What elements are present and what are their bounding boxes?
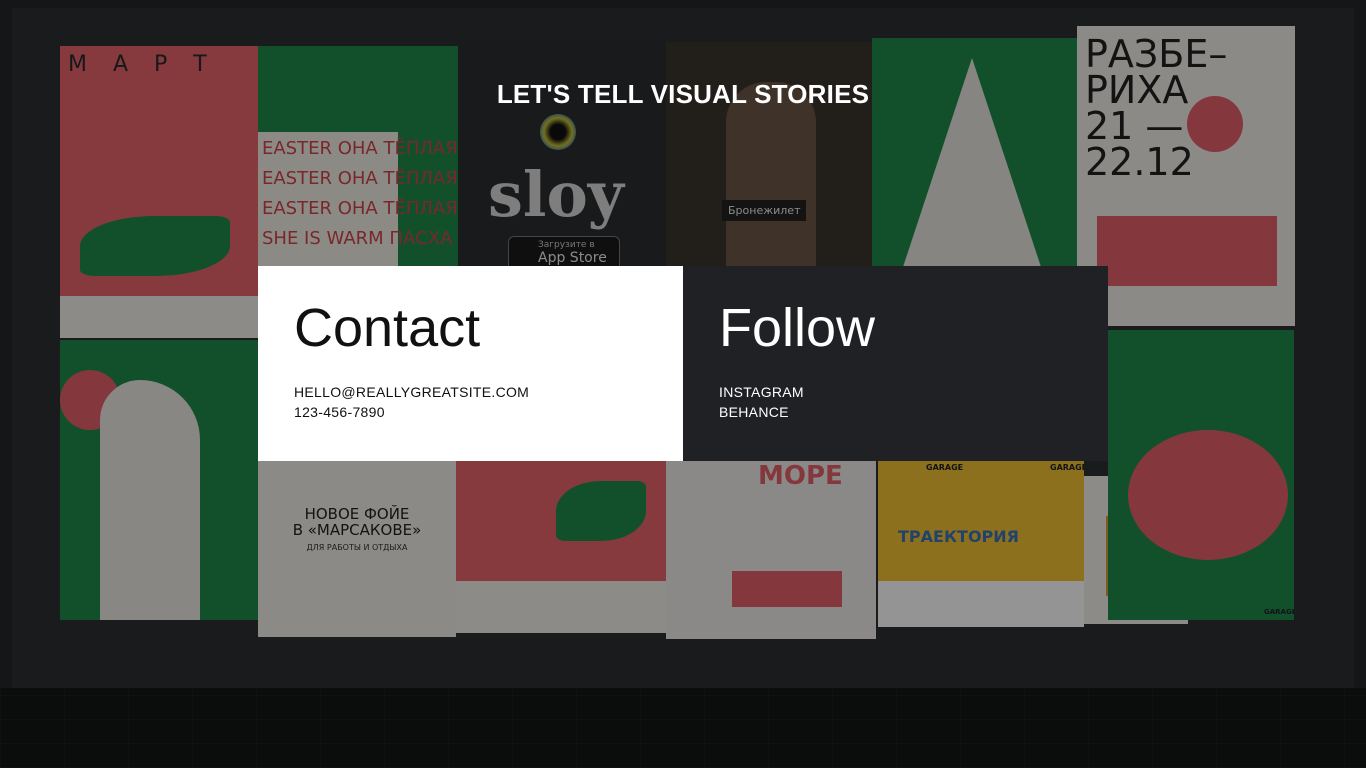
poster-bronezhilet-label: Бронежилет	[722, 200, 807, 221]
poster-bronezhilet: Бронежилет	[666, 42, 872, 270]
poster-garage-2: GARAGE	[1050, 463, 1084, 472]
follow-links: INSTAGRAM BEHANCE	[719, 382, 804, 422]
poster-more: МОРЕ	[666, 461, 876, 639]
poster-easter-line-3: EASTER ОНА ТЁПЛАЯ	[262, 198, 458, 219]
contact-details: HELLO@REALLYGREATSITE.COM 123-456-7890	[294, 382, 529, 422]
poster-easter-line-4: SHE IS WARM ПАСХА	[262, 228, 453, 249]
poster-mapt-text: МАРТ	[68, 52, 233, 77]
poster-garage-4: GARAGE	[1264, 608, 1294, 616]
follow-title: Follow	[719, 298, 876, 358]
email-link[interactable]: HELLO@REALLYGREATSITE.COM	[294, 382, 529, 402]
poster-razberikha: РАЗБЕ– РИХА 21 — 22.12	[1077, 26, 1295, 326]
poster-traektoria: ТРАЕКТОРИЯ GARAGE GARAGE	[878, 461, 1084, 627]
poster-appstore: App Store	[538, 250, 607, 266]
behance-link[interactable]: BEHANCE	[719, 402, 804, 422]
poster-sloy-logo: sloy	[488, 158, 624, 231]
poster-red-flower	[456, 461, 666, 633]
poster-red-bomb: GARAGE	[1108, 330, 1294, 620]
headline: LET'S TELL VISUAL STORIES	[496, 79, 870, 109]
follow-panel: Follow INSTAGRAM BEHANCE	[683, 266, 1108, 461]
poster-green-figure	[60, 340, 258, 620]
poster-novoe-foie-line-2: В «МАРСАКОВЕ»	[292, 521, 422, 539]
poster-novoe-foie: НОВОЕ ФОЙЕ В «МАРСАКОВЕ» ДЛЯ РАБОТЫ И ОТ…	[258, 461, 456, 637]
poster-appstore-top: Загрузите в	[538, 240, 595, 250]
poster-traektoria-title: ТРАЕКТОРИЯ	[898, 527, 1019, 546]
poster-garage-1: GARAGE	[926, 463, 964, 472]
contact-title: Contact	[294, 298, 481, 358]
poster-razberikha-line-4: 22.12	[1085, 140, 1194, 184]
instagram-link[interactable]: INSTAGRAM	[719, 382, 804, 402]
poster-more-title: МОРЕ	[758, 461, 843, 491]
poster-novoe-foie-line-3: ДЛЯ РАБОТЫ И ОТДЫХА	[306, 543, 408, 552]
poster-sloy: sloy Загрузите в App Store	[458, 40, 666, 270]
contact-panel: Contact HELLO@REALLYGREATSITE.COM 123-45…	[258, 266, 683, 461]
poster-easter-line-2: EASTER ОНА ТЁПЛАЯ	[262, 168, 458, 189]
poster-tree	[872, 38, 1077, 270]
phone-link[interactable]: 123-456-7890	[294, 402, 529, 422]
poster-easter-line-1: EASTER ОНА ТЁПЛАЯ	[262, 138, 458, 159]
brick-wall	[0, 688, 1366, 768]
